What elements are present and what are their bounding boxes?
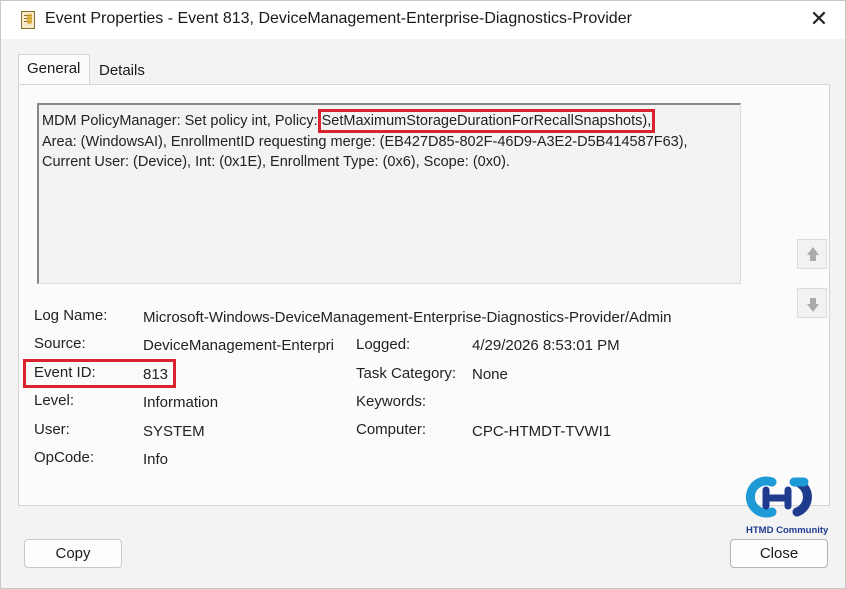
close-window-button[interactable]: ✕ — [807, 7, 831, 31]
event-log-icon — [21, 11, 35, 29]
watermark-text: HTMD Community — [746, 525, 829, 536]
scroll-down-button[interactable] — [797, 288, 827, 318]
computer-label: Computer: — [356, 421, 427, 438]
arrow-down-icon — [807, 298, 819, 312]
arrow-up-icon — [807, 247, 819, 261]
source-value[interactable]: DeviceManagement-Enterpri — [143, 337, 334, 354]
copy-button[interactable]: Copy — [24, 539, 122, 568]
task-category-label: Task Category: — [356, 365, 457, 382]
description-line-2: Area: (WindowsAI), EnrollmentID requesti… — [42, 133, 688, 150]
event-properties-window: Event Properties - Event 813, DeviceMana… — [0, 0, 846, 589]
opcode-value[interactable]: Info — [143, 451, 168, 468]
close-button[interactable]: Close — [730, 539, 828, 568]
event-id-value[interactable]: 813 — [143, 366, 168, 383]
logged-label: Logged: — [356, 336, 411, 353]
opcode-label: OpCode: — [34, 449, 95, 466]
log-name-label: Log Name: — [34, 307, 108, 324]
highlighted-policy-name: SetMaximumStorageDurationForRecallSnapsh… — [317, 109, 656, 133]
scroll-up-button[interactable] — [797, 239, 827, 269]
level-label: Level: — [34, 392, 75, 409]
user-label: User: — [34, 421, 70, 438]
tab-general[interactable]: General — [18, 54, 90, 84]
task-category-value[interactable]: None — [472, 366, 508, 383]
logged-value[interactable]: 4/29/2026 8:53:01 PM — [472, 337, 620, 354]
user-value[interactable]: SYSTEM — [143, 423, 205, 440]
description-prefix: MDM PolicyManager: Set policy int, Polic… — [42, 113, 322, 129]
source-label: Source: — [34, 335, 86, 352]
computer-value[interactable]: CPC-HTMDT-TVWI1 — [472, 423, 611, 440]
event-id-label: Event ID: — [34, 364, 96, 381]
tab-details[interactable]: Details — [91, 57, 161, 85]
level-value[interactable]: Information — [143, 394, 218, 411]
description-line-3: Current User: (Device), Int: (0x1E), Enr… — [42, 154, 510, 170]
title-bar: Event Properties - Event 813, DeviceMana… — [1, 1, 845, 39]
window-title: Event Properties - Event 813, DeviceMana… — [45, 10, 632, 27]
keywords-label: Keywords: — [356, 393, 427, 410]
event-description[interactable]: MDM PolicyManager: Set policy int, Polic… — [37, 103, 741, 284]
log-name-value[interactable]: Microsoft-Windows-DeviceManagement-Enter… — [143, 309, 672, 326]
